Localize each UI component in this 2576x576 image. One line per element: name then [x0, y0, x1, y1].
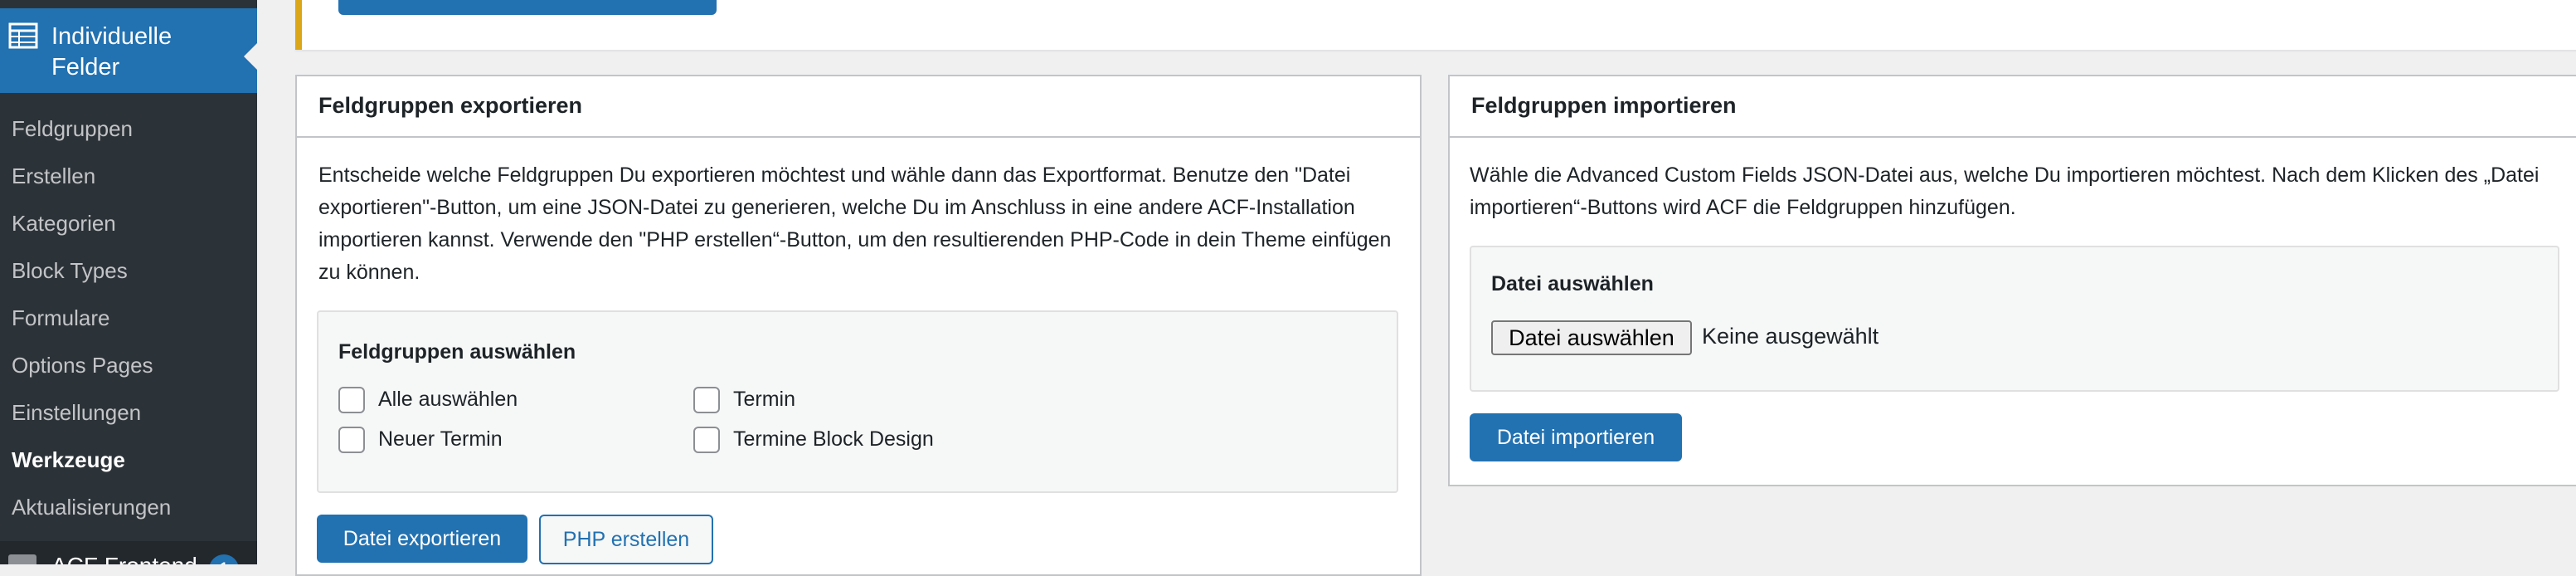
sidebar-item-feldgruppen[interactable]: Feldgruppen: [12, 115, 133, 142]
checkbox-termin[interactable]: Termin: [693, 387, 1025, 413]
admin-notice: [295, 0, 2576, 50]
import-file-button[interactable]: Datei importieren: [1470, 413, 1682, 461]
export-panel: Feldgruppen exportieren Entscheide welch…: [295, 75, 1422, 576]
sidebar-item-formulare[interactable]: Formulare: [12, 305, 109, 331]
checkbox-label: Alle auswählen: [378, 388, 518, 411]
checkbox-box[interactable]: [693, 427, 720, 453]
update-count-badge: 1: [209, 554, 239, 564]
sidebar-item-individuelle-felder[interactable]: Individuelle Felder: [0, 8, 257, 93]
file-select-label: Datei auswählen: [1491, 272, 1654, 295]
export-select-box: Feldgruppen auswählen Alle auswählen Ter…: [317, 310, 1398, 493]
sidebar-active-label: Individuelle Felder: [51, 23, 173, 81]
sidebar-item-aktualisierungen[interactable]: Aktualisierungen: [12, 494, 171, 520]
checkbox-neuer-termin[interactable]: Neuer Termin: [338, 427, 670, 453]
active-menu-arrow: [244, 43, 257, 70]
sidebar-item-werkzeuge[interactable]: Werkzeuge: [12, 447, 125, 473]
checkbox-box[interactable]: [693, 387, 720, 413]
import-panel-header: Feldgruppen importieren: [1450, 76, 2576, 138]
checkbox-box[interactable]: [338, 427, 365, 453]
sidebar-submenu: Feldgruppen Erstellen Kategorien Block T…: [0, 93, 257, 541]
checkbox-alle-auswaehlen[interactable]: Alle auswählen: [338, 387, 670, 413]
sidebar-item-einstellungen[interactable]: Einstellungen: [12, 399, 141, 426]
checkbox-termine-block-design[interactable]: Termine Block Design: [693, 427, 1025, 453]
select-groups-label: Feldgruppen auswählen: [338, 340, 576, 364]
sidebar-item-erstellen[interactable]: Erstellen: [12, 163, 95, 189]
sidebar-item-kategorien[interactable]: Kategorien: [12, 210, 116, 237]
import-panel-title: Feldgruppen importieren: [1471, 93, 1737, 118]
choose-file-button[interactable]: Datei auswählen: [1491, 320, 1692, 355]
file-status-text: Keine ausgewählt: [1702, 324, 1879, 349]
export-file-button[interactable]: Datei exportieren: [317, 515, 527, 563]
export-description: Entscheide welche Feldgruppen Du exporti…: [318, 164, 1392, 284]
export-panel-header: Feldgruppen exportieren: [297, 76, 1420, 138]
sidebar-item-options-pages[interactable]: Options Pages: [12, 352, 153, 378]
checkbox-label: Termine Block Design: [733, 427, 934, 451]
import-panel: Feldgruppen importieren Wähle die Advanc…: [1448, 75, 2576, 486]
generate-php-button[interactable]: PHP erstellen: [539, 515, 713, 564]
sidebar-item-block-types[interactable]: Block Types: [12, 257, 128, 284]
acf-frontend-label: ACF Frontend: [51, 553, 197, 564]
sidebar-item-acf-frontend[interactable]: ACF Frontend 1: [0, 541, 257, 564]
acf-frontend-icon: [8, 554, 36, 564]
admin-sidebar: Individuelle Felder Feldgruppen Erstelle…: [0, 0, 257, 564]
sidebar-top-strip: [0, 0, 257, 8]
table-icon: [8, 22, 38, 49]
checkbox-label: Neuer Termin: [378, 427, 503, 451]
checkbox-box[interactable]: [338, 387, 365, 413]
export-panel-title: Feldgruppen exportieren: [318, 93, 583, 118]
import-file-box: Datei auswählen Datei auswählen Keine au…: [1470, 246, 2559, 392]
checkbox-label: Termin: [733, 388, 796, 411]
import-description: Wähle die Advanced Custom Fields JSON-Da…: [1470, 164, 2540, 219]
notice-button[interactable]: [338, 0, 717, 15]
